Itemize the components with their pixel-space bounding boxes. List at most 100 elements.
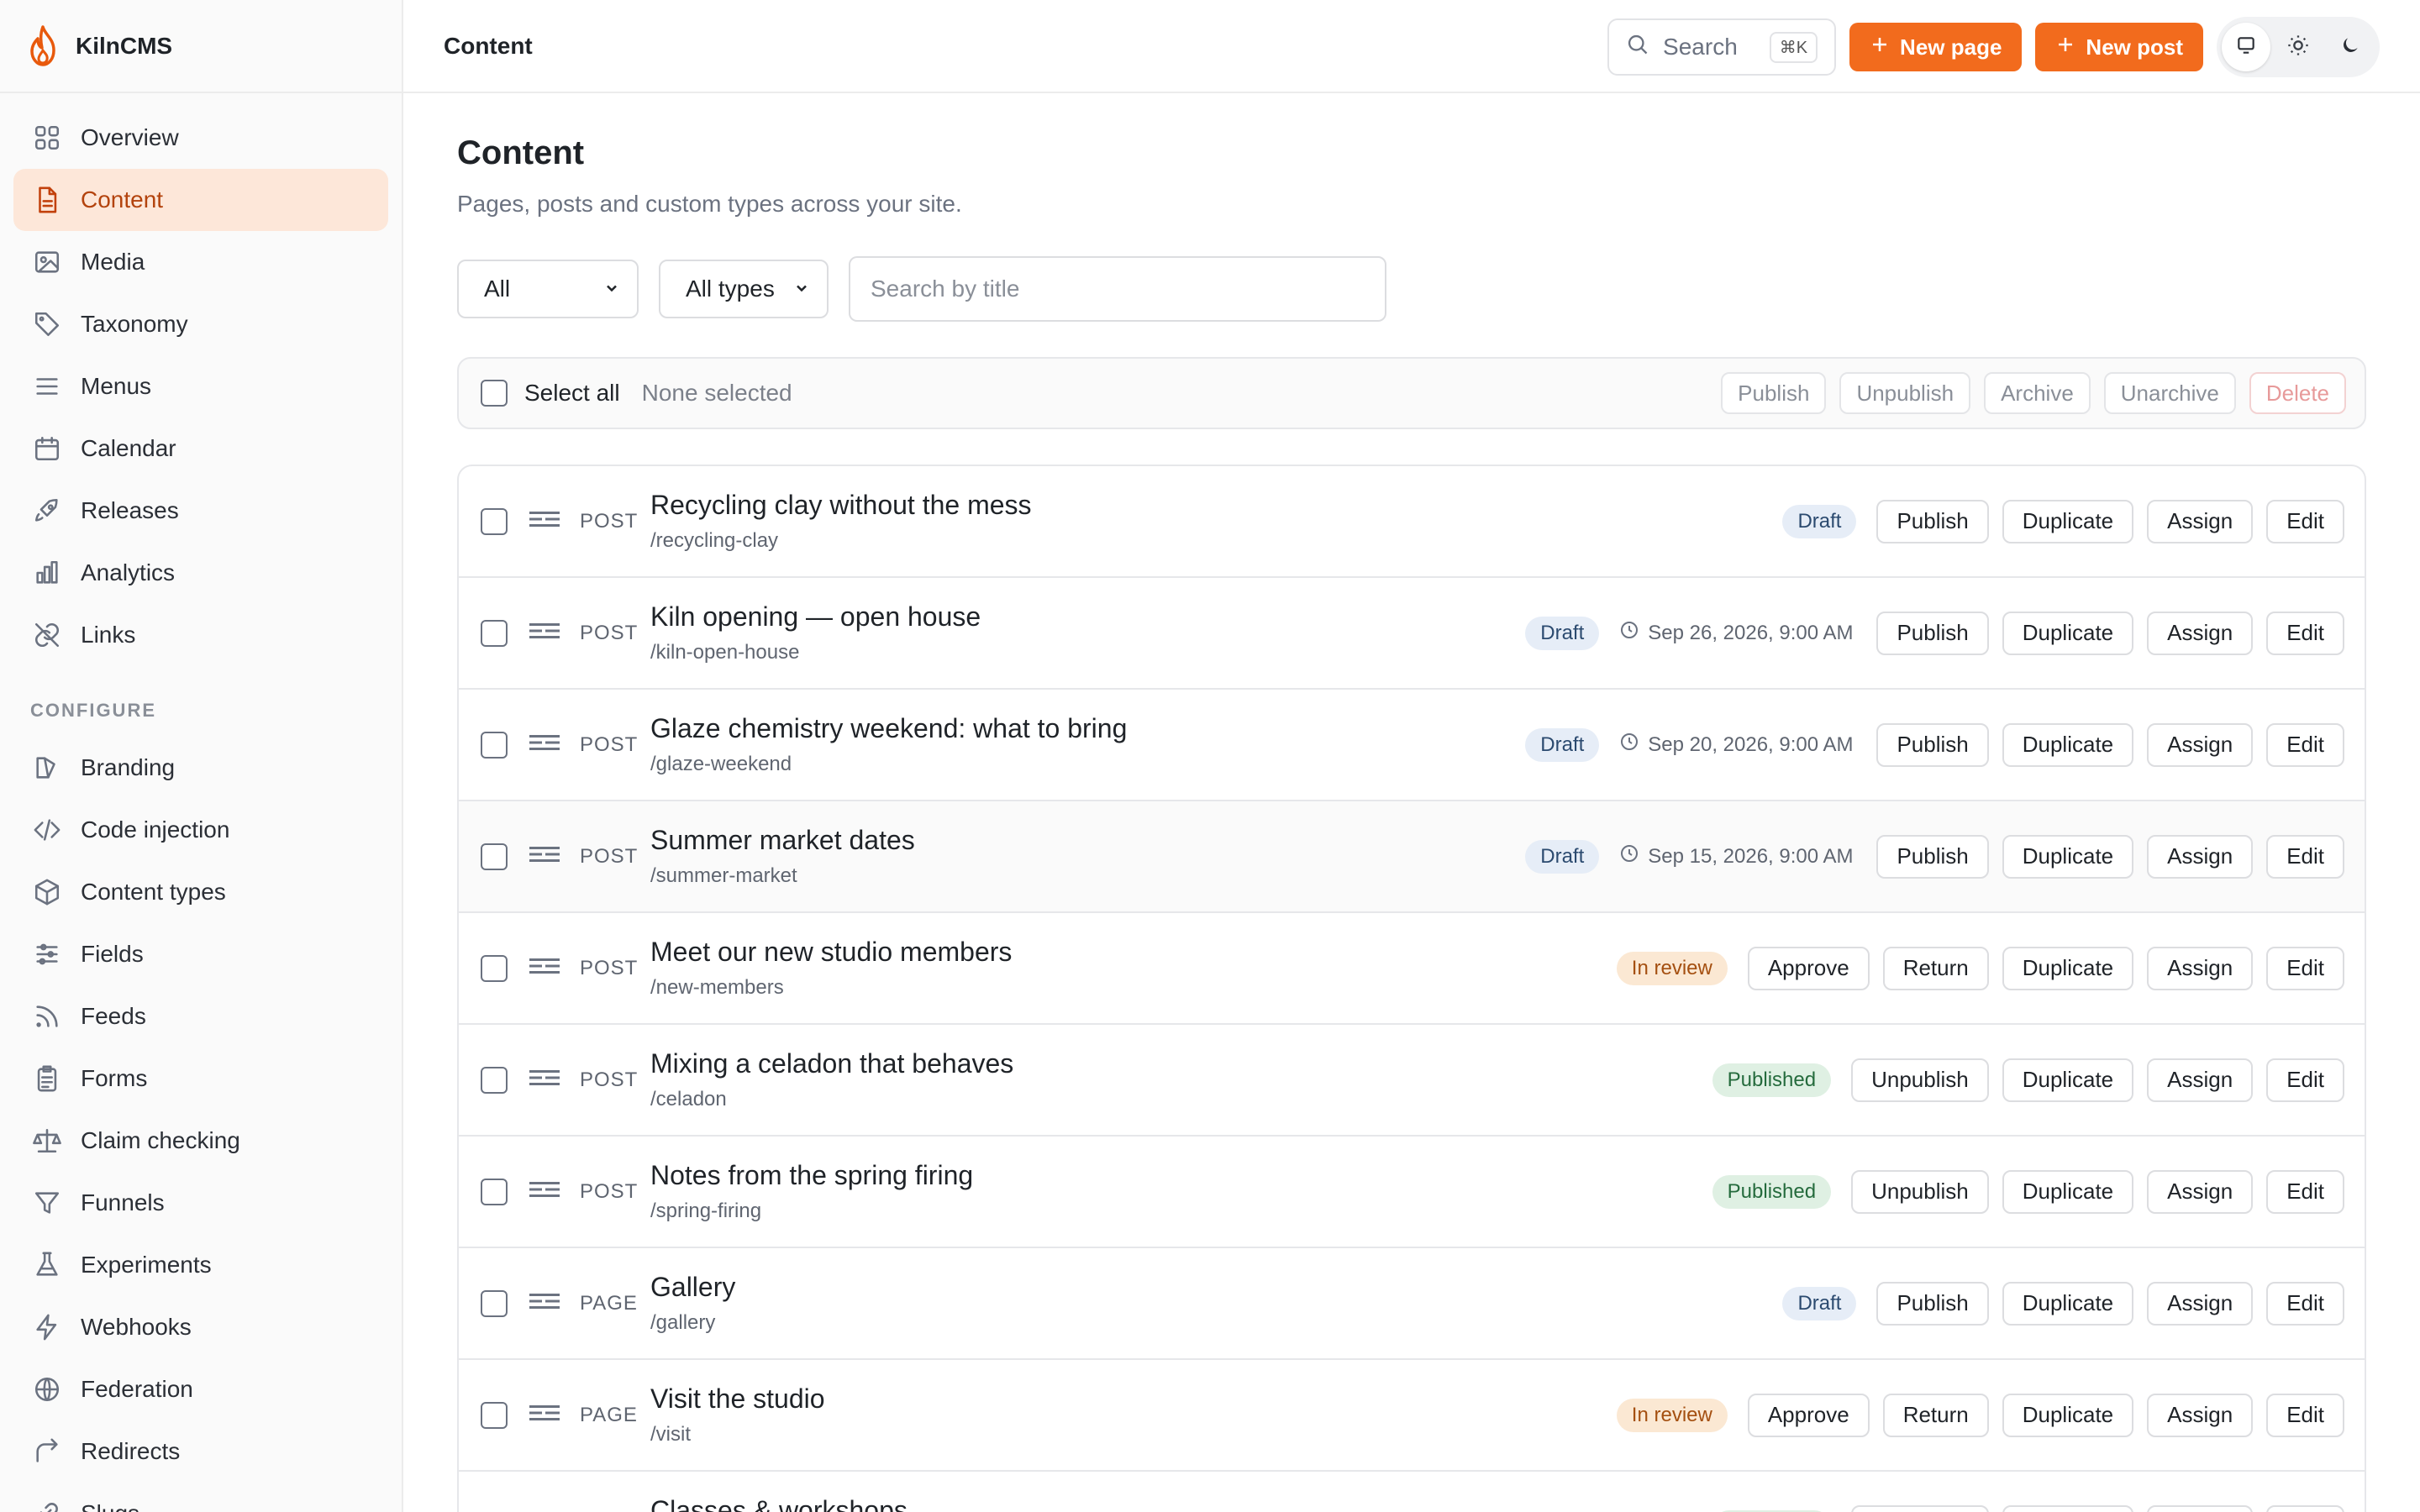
- theme-light-button[interactable]: [2274, 23, 2323, 71]
- new-post-button[interactable]: New post: [2035, 23, 2203, 71]
- sidebar-item-calendar[interactable]: Calendar: [13, 417, 388, 480]
- row-checkbox[interactable]: [481, 1289, 508, 1317]
- publish-button[interactable]: Publish: [1876, 499, 1989, 543]
- sidebar-item-releases[interactable]: Releases: [13, 480, 388, 542]
- sidebar-item-analytics[interactable]: Analytics: [13, 542, 388, 604]
- publish-button[interactable]: Publish: [1876, 1281, 1989, 1326]
- theme-dark-button[interactable]: [2326, 23, 2375, 71]
- content-title-link[interactable]: Notes from the spring firing: [650, 1160, 973, 1191]
- content-title-link[interactable]: Summer market dates: [650, 825, 915, 856]
- content-title-link[interactable]: Gallery: [650, 1272, 735, 1303]
- sidebar-item-forms[interactable]: Forms: [13, 1047, 388, 1110]
- duplicate-button[interactable]: Duplicate: [2002, 1169, 2134, 1214]
- sidebar-item-taxonomy[interactable]: Taxonomy: [13, 293, 388, 355]
- content-row[interactable]: PAGE Visit the studio/visit In review Appro…: [459, 1360, 2365, 1472]
- drag-handle-icon[interactable]: [529, 621, 560, 645]
- edit-button[interactable]: Edit: [2266, 499, 2344, 543]
- bulk-unpublish-button[interactable]: Unpublish: [1839, 372, 1971, 414]
- sidebar-item-branding[interactable]: Branding: [13, 737, 388, 799]
- edit-button[interactable]: Edit: [2266, 611, 2344, 655]
- type-filter-select[interactable]: All types: [659, 260, 829, 318]
- brand[interactable]: KilnCMS: [0, 0, 402, 93]
- publish-button[interactable]: Publish: [1876, 834, 1989, 879]
- duplicate-button[interactable]: Duplicate: [2002, 834, 2134, 879]
- content-row[interactable]: PAGE Gallery/gallery Draft Publish Duplicate…: [459, 1248, 2365, 1360]
- content-row[interactable]: POST Kiln opening — open house/kiln-open-…: [459, 578, 2365, 690]
- bulk-delete-button[interactable]: Delete: [2249, 372, 2346, 414]
- content-row[interactable]: POST Notes from the spring firing/spring-…: [459, 1137, 2365, 1248]
- drag-handle-icon[interactable]: [529, 1068, 560, 1092]
- drag-handle-icon[interactable]: [529, 732, 560, 757]
- drag-handle-icon[interactable]: [529, 956, 560, 980]
- publish-button[interactable]: Publish: [1876, 611, 1989, 655]
- sidebar-item-federation[interactable]: Federation: [13, 1358, 388, 1420]
- assign-button[interactable]: Assign: [2147, 946, 2254, 990]
- assign-button[interactable]: Assign: [2147, 611, 2254, 655]
- content-row[interactable]: POST Mixing a celadon that behaves/celado…: [459, 1025, 2365, 1137]
- edit-button[interactable]: Edit: [2266, 1393, 2344, 1437]
- sidebar-item-menus[interactable]: Menus: [13, 355, 388, 417]
- content-row[interactable]: POST Glaze chemistry weekend: what to bri…: [459, 690, 2365, 801]
- sidebar-item-content-types[interactable]: Content types: [13, 861, 388, 923]
- row-checkbox[interactable]: [481, 843, 508, 870]
- drag-handle-icon[interactable]: [529, 1403, 560, 1427]
- drag-handle-icon[interactable]: [529, 1291, 560, 1315]
- select-all-label[interactable]: Select all: [524, 380, 620, 407]
- row-checkbox[interactable]: [481, 1178, 508, 1205]
- sidebar-item-overview[interactable]: Overview: [13, 107, 388, 169]
- duplicate-button[interactable]: Duplicate: [2002, 611, 2134, 655]
- edit-button[interactable]: Edit: [2266, 834, 2344, 879]
- content-title-link[interactable]: Mixing a celadon that behaves: [650, 1048, 1013, 1079]
- sidebar-item-media[interactable]: Media: [13, 231, 388, 293]
- new-page-button[interactable]: New page: [1849, 23, 2023, 71]
- edit-button[interactable]: Edit: [2266, 722, 2344, 767]
- status-filter-select[interactable]: All: [457, 260, 639, 318]
- publish-button[interactable]: Publish: [1876, 722, 1989, 767]
- edit-button[interactable]: Edit: [2266, 1281, 2344, 1326]
- unpublish-button[interactable]: Unpublish: [1851, 1058, 1989, 1102]
- row-checkbox[interactable]: [481, 731, 508, 759]
- duplicate-button[interactable]: Duplicate: [2002, 499, 2134, 543]
- edit-button[interactable]: Edit: [2266, 946, 2344, 990]
- content-title-link[interactable]: Kiln opening — open house: [650, 601, 981, 633]
- sidebar-item-webhooks[interactable]: Webhooks: [13, 1296, 388, 1358]
- row-checkbox[interactable]: [481, 1066, 508, 1094]
- row-checkbox[interactable]: [481, 507, 508, 535]
- sidebar-item-fields[interactable]: Fields: [13, 923, 388, 985]
- sidebar-item-redirects[interactable]: Redirects: [13, 1420, 388, 1483]
- duplicate-button[interactable]: Duplicate: [2002, 1504, 2134, 1512]
- assign-button[interactable]: Assign: [2147, 1058, 2254, 1102]
- assign-button[interactable]: Assign: [2147, 1169, 2254, 1214]
- sidebar-item-funnels[interactable]: Funnels: [13, 1172, 388, 1234]
- assign-button[interactable]: Assign: [2147, 499, 2254, 543]
- duplicate-button[interactable]: Duplicate: [2002, 1058, 2134, 1102]
- row-checkbox[interactable]: [481, 619, 508, 647]
- duplicate-button[interactable]: Duplicate: [2002, 1393, 2134, 1437]
- approve-button[interactable]: Approve: [1747, 946, 1870, 990]
- duplicate-button[interactable]: Duplicate: [2002, 1281, 2134, 1326]
- drag-handle-icon[interactable]: [529, 844, 560, 869]
- sidebar-item-claim-checking[interactable]: Claim checking: [13, 1110, 388, 1172]
- edit-button[interactable]: Edit: [2266, 1169, 2344, 1214]
- sidebar-item-slugs[interactable]: Slugs: [13, 1483, 388, 1512]
- bulk-publish-button[interactable]: Publish: [1721, 372, 1827, 414]
- theme-system-button[interactable]: [2222, 23, 2270, 71]
- row-checkbox[interactable]: [481, 1401, 508, 1429]
- sidebar-item-code-injection[interactable]: Code injection: [13, 799, 388, 861]
- assign-button[interactable]: Assign: [2147, 1281, 2254, 1326]
- duplicate-button[interactable]: Duplicate: [2002, 946, 2134, 990]
- assign-button[interactable]: Assign: [2147, 834, 2254, 879]
- drag-handle-icon[interactable]: [529, 1179, 560, 1204]
- sidebar-item-links[interactable]: Links: [13, 604, 388, 666]
- edit-button[interactable]: Edit: [2266, 1504, 2344, 1512]
- bulk-archive-button[interactable]: Archive: [1984, 372, 2091, 414]
- global-search[interactable]: Search ⌘K: [1607, 18, 1837, 76]
- content-row[interactable]: POST Recycling clay without the mess/recy…: [459, 466, 2365, 578]
- edit-button[interactable]: Edit: [2266, 1058, 2344, 1102]
- content-row[interactable]: POST Meet our new studio members/new-memb…: [459, 913, 2365, 1025]
- content-title-link[interactable]: Recycling clay without the mess: [650, 490, 1032, 521]
- unpublish-button[interactable]: Unpublish: [1851, 1169, 1989, 1214]
- content-row[interactable]: POST Summer market dates/summer-market Dra…: [459, 801, 2365, 913]
- duplicate-button[interactable]: Duplicate: [2002, 722, 2134, 767]
- return-button[interactable]: Return: [1882, 946, 1989, 990]
